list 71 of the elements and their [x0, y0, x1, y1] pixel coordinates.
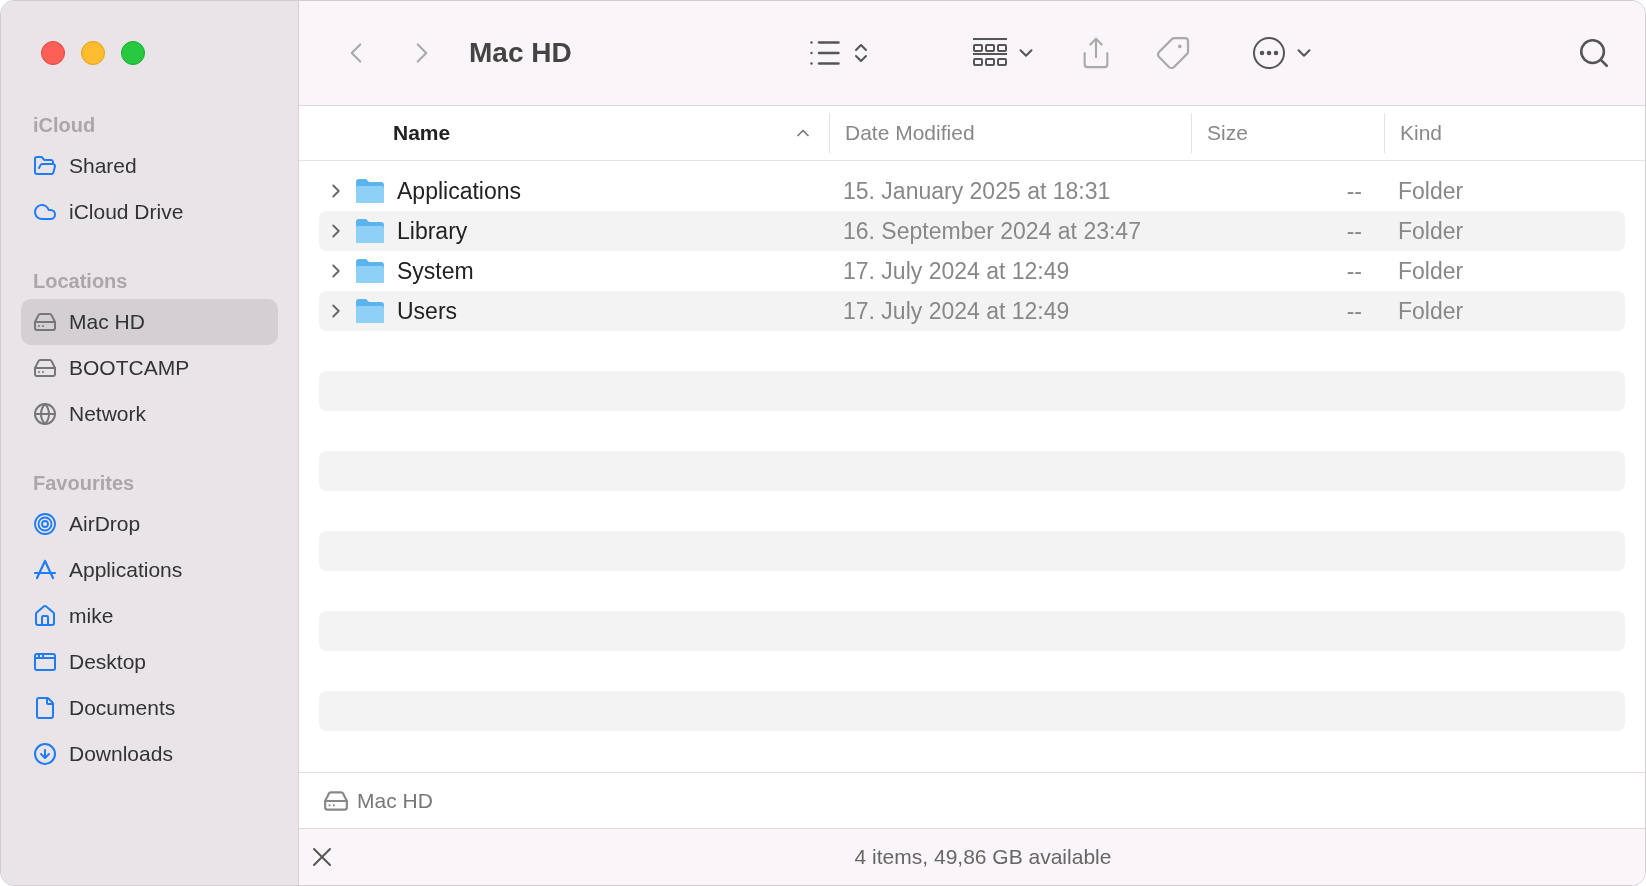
sidebar-item[interactable]: Documents [21, 685, 278, 731]
file-name: System [397, 257, 474, 285]
sidebar-item[interactable]: AirDrop [21, 501, 278, 547]
file-name: Applications [397, 177, 522, 205]
size-cell-text: -- [1345, 297, 1363, 325]
sidebar-section-title: Locations [32, 269, 129, 294]
sidebar-item-label: Mac HD [69, 310, 145, 334]
folder-icon [355, 298, 385, 324]
search-icon [1577, 36, 1611, 70]
sidebar-item-label: Applications [69, 558, 183, 582]
drive-icon [33, 310, 57, 334]
document-icon [33, 696, 57, 720]
folder-icon [355, 258, 385, 284]
sidebar-item-label: AirDrop [69, 512, 141, 536]
grid-icon [970, 37, 1009, 69]
tag-icon [1154, 35, 1191, 71]
window-title: Mac HD [469, 37, 572, 69]
date-cell-text: 15. January 2025 at 18:31 [842, 177, 1112, 205]
file-row[interactable]: System 17. July 2024 at 12:49 -- Folder [319, 251, 1625, 291]
sidebar-item[interactable]: Network [21, 391, 278, 437]
sidebar-item[interactable]: Downloads [21, 731, 278, 777]
sidebar-item-label: iCloud Drive [69, 200, 184, 224]
file-name: Library [397, 217, 468, 245]
sidebar-item[interactable]: Desktop [21, 639, 278, 685]
close-button[interactable] [41, 41, 65, 65]
shared-folder-icon [33, 154, 57, 178]
column-header[interactable]: Date Modified [829, 113, 1191, 153]
path-label[interactable]: Mac HD [357, 788, 433, 813]
drive-icon [33, 356, 57, 380]
column-header[interactable]: Size [1191, 113, 1384, 153]
sidebar-item-label: Network [69, 402, 147, 426]
sidebar-item-label: Downloads [69, 742, 173, 766]
sidebar-item[interactable]: mike [21, 593, 278, 639]
sidebar-item-label: mike [69, 604, 114, 628]
kind-cell-text: Folder [1397, 217, 1465, 245]
kind-cell-text: Folder [1397, 177, 1465, 205]
sidebar-section-title: Favourites [32, 471, 136, 496]
kind-cell-text: Folder [1397, 297, 1465, 325]
sidebar-item[interactable]: BOOTCAMP [21, 345, 278, 391]
airdrop-icon [33, 512, 57, 536]
file-name: Users [397, 297, 458, 325]
house-icon [33, 604, 57, 628]
sidebar-item-label: Documents [69, 696, 176, 720]
sidebar-item[interactable]: Mac HD [21, 299, 278, 345]
column-header[interactable]: Kind [1384, 113, 1645, 153]
sidebar-item[interactable]: Applications [21, 547, 278, 593]
globe-icon [33, 402, 57, 426]
file-row[interactable]: Users 17. July 2024 at 12:49 -- Folder [319, 291, 1625, 331]
folder-icon [355, 218, 385, 244]
download-icon [33, 742, 57, 766]
date-cell-text: 17. July 2024 at 12:49 [842, 297, 1071, 325]
kind-cell-text: Folder [1397, 257, 1465, 285]
file-row[interactable]: Library 16. September 2024 at 23:47 -- Folder [319, 211, 1625, 251]
sidebar-item[interactable]: Shared [21, 143, 278, 189]
folder-icon [355, 178, 385, 204]
size-cell-text: -- [1345, 217, 1363, 245]
sidebar-item-label: Desktop [69, 650, 147, 674]
file-row[interactable]: Applications 15. January 2025 at 18:31 -- Folder [319, 171, 1625, 211]
ellipsis-circle-icon [1250, 35, 1287, 71]
status-text: 4 items, 49,86 GB available [853, 845, 1113, 869]
sidebar-item[interactable]: iCloud Drive [21, 189, 278, 235]
app-store-icon [33, 558, 57, 582]
sidebar-section-title: iCloud [32, 113, 97, 138]
desktop-icon [33, 650, 57, 674]
sidebar-item-label: Shared [69, 154, 137, 178]
date-cell-text: 16. September 2024 at 23:47 [842, 217, 1142, 245]
date-cell-text: 17. July 2024 at 12:49 [842, 257, 1071, 285]
column-header[interactable]: Name [299, 113, 829, 153]
size-cell-text: -- [1345, 257, 1363, 285]
size-cell-text: -- [1345, 177, 1363, 205]
sidebar-item-label: BOOTCAMP [69, 356, 190, 380]
